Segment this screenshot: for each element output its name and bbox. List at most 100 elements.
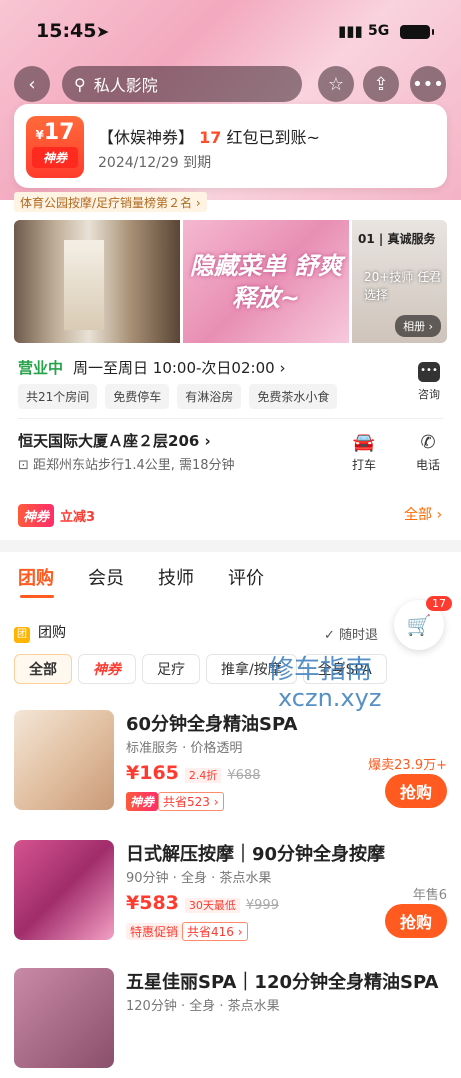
promo-row[interactable]: 神券 立减3 [18, 504, 95, 527]
hours-text: 周一至周日 10:00-次日02:00 [73, 359, 275, 377]
deal-tag-b: 共省523 › [158, 792, 224, 811]
taxi-label: 打车 [351, 458, 376, 472]
phone-button[interactable]: ✆ 电话 [410, 432, 446, 473]
gallery-card[interactable]: 01 | 真诚服务 20+技师 任君选择 相册 › [352, 220, 447, 343]
share-button[interactable]: ⇪ [363, 66, 399, 102]
gallery-banner[interactable]: 隐藏菜单 舒爽释放~ [183, 220, 349, 343]
facility-tag: 有淋浴房 [177, 384, 242, 409]
chevron-right-icon: › [204, 432, 211, 450]
tab-member[interactable]: 会员 [88, 564, 124, 590]
more-button[interactable]: ••• [410, 66, 446, 102]
watermark-line2: xczn.xyz [278, 684, 382, 712]
tab-group-buy[interactable]: 团购 [18, 564, 54, 598]
battery-icon [400, 25, 434, 39]
chevron-left-icon: ‹ [28, 73, 36, 95]
cart-icon: 🛒 [406, 613, 432, 637]
cart-button[interactable]: 🛒 17 [394, 596, 452, 650]
price-discount: 2.4折 [184, 768, 222, 783]
filter-coupon[interactable]: 神券 [78, 654, 136, 684]
walk-icon: ⊡ [18, 458, 29, 473]
address-text: 恒天国际大厦Ａ座２层206 [18, 432, 200, 450]
deal-item[interactable]: 五星佳丽SPA｜120分钟全身精油SPA 120分钟 · 全身 · 茶点水果 [14, 968, 447, 1078]
refund-text: 随时退 [339, 628, 379, 643]
status-bar: 15:45 ➤ ▮▮▮ 5G [0, 14, 461, 48]
coupon-badge: ¥17 神券 [26, 116, 84, 178]
deal-sold: 年售6 [412, 888, 447, 903]
coupon-badge-label: 神券 [32, 147, 78, 168]
refund-policy: ✓ 随时退 [324, 624, 378, 643]
divider [18, 418, 443, 419]
price-original: ¥688 [227, 768, 261, 783]
coupon-expiry: 2024/12/29 到期 [98, 155, 212, 171]
price-discount: 30天最低 [184, 898, 240, 913]
coupon-title-num: 17 [199, 128, 222, 147]
rank-badge[interactable]: 体育公园按摩/足疗销量榜第２名 › [14, 192, 207, 212]
search-box[interactable]: ⚲ 私人影院 [62, 66, 302, 102]
watermark-line1: 修车指南 [268, 655, 373, 685]
group-title-text: 团购 [38, 625, 66, 641]
tab-review[interactable]: 评价 [228, 564, 264, 590]
deal-badges: 神券 共省523 › [126, 792, 224, 811]
signal-icon: ▮▮▮ [338, 22, 363, 40]
facility-tag: 共21个房间 [18, 384, 98, 409]
gallery-card-text: 20+技师 任君选择 [364, 270, 442, 302]
tab-technician[interactable]: 技师 [158, 564, 194, 590]
watermark: 修车指南 xczn.xyz [268, 656, 381, 712]
consult-label: 咨询 [418, 388, 440, 401]
deal-badges: 特惠促销 共省416 › [126, 922, 248, 941]
facility-tags: 共21个房间 免费停车 有淋浴房 免费茶水小食 [18, 384, 338, 409]
star-icon: ☆ [327, 73, 345, 95]
status-time: 15:45 [36, 20, 97, 42]
coupon-card[interactable]: ¥17 神券 【休娱神券】 17 红包已到账~ 2024/12/29 到期 [14, 104, 447, 188]
consult-button[interactable]: ••• 咨询 [416, 362, 442, 402]
check-circle-icon: ✓ [324, 628, 335, 643]
deal-subtitle: 标准服务 · 价格透明 [126, 741, 243, 756]
coupon-title-post: 红包已到账~ [226, 128, 320, 147]
gallery-card-head: 01 | 真诚服务 [358, 232, 436, 246]
back-button[interactable]: ‹ [14, 66, 50, 102]
deal-item[interactable]: 60分钟全身精油SPA 标准服务 · 价格透明 ¥165 2.4折 ¥688 神券共… [14, 710, 447, 820]
address[interactable]: 恒天国际大厦Ａ座２层206 › [18, 430, 211, 451]
deal-thumbnail [14, 710, 114, 810]
deal-name: 五星佳丽SPA｜120分钟全身精油SPA [126, 972, 439, 993]
deal-name: 60分钟全身精油SPA [126, 714, 298, 735]
phone-label: 电话 [415, 458, 440, 472]
coupon-amount: 17 [43, 120, 75, 145]
deal-subtitle: 90分钟 · 全身 · 茶点水果 [126, 871, 272, 886]
coupon-title-pre: 【休娱神券】 [98, 128, 195, 147]
gallery-photo-hallway[interactable] [14, 220, 180, 343]
deal-tag-a: 神券 [126, 792, 159, 811]
filter-all[interactable]: 全部 [14, 654, 72, 684]
album-button[interactable]: 相册 › [395, 315, 441, 337]
deal-sold: 爆卖23.9万+ [368, 758, 447, 773]
nav-bar: ‹ ⚲ 私人影院 ☆ ⇪ ••• [0, 64, 461, 104]
search-text: 私人影院 [93, 76, 158, 95]
deal-price: ¥583 30天最低 ¥999 [126, 892, 279, 914]
group-icon: 团 [14, 627, 30, 643]
open-status: 营业中 [18, 359, 64, 377]
deal-tag-b: 共省416 › [182, 922, 248, 941]
network-label: 5G [368, 23, 390, 39]
promo-badge: 神券 [18, 504, 55, 527]
favorite-button[interactable]: ☆ [318, 66, 354, 102]
share-icon: ⇪ [373, 73, 389, 95]
price-original: ¥999 [245, 898, 279, 913]
promo-all-link[interactable]: 全部 › [404, 504, 442, 524]
buy-button[interactable]: 抢购 [385, 774, 447, 808]
buy-button[interactable]: 抢购 [385, 904, 447, 938]
filter-foot[interactable]: 足疗 [142, 654, 200, 684]
chat-icon: ••• [418, 362, 440, 382]
deal-item[interactable]: 日式解压按摩｜90分钟全身按摩 90分钟 · 全身 · 茶点水果 ¥583 30天… [14, 840, 447, 950]
deal-thumbnail [14, 840, 114, 940]
photo-gallery[interactable]: 隐藏菜单 舒爽释放~ 01 | 真诚服务 20+技师 任君选择 相册 › [14, 220, 447, 343]
taxi-button[interactable]: 🚘 打车 [346, 432, 382, 473]
chevron-right-icon: › [279, 359, 286, 377]
business-hours[interactable]: 营业中 周一至周日 10:00-次日02:00 › [18, 357, 285, 378]
deal-name: 日式解压按摩｜90分钟全身按摩 [126, 844, 386, 865]
tab-bar: 团购 会员 技师 评价 [18, 564, 264, 598]
more-icon: ••• [412, 73, 444, 95]
price-value: ¥583 [126, 892, 179, 914]
search-icon: ⚲ [74, 74, 86, 94]
coupon-title: 【休娱神券】 17 红包已到账~ [98, 124, 320, 148]
promo-text: 立减3 [60, 510, 96, 525]
